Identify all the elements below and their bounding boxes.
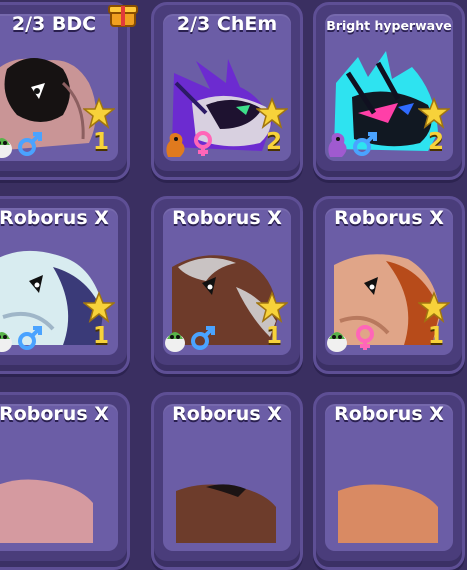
dragon-icon (166, 133, 185, 157)
pet-count: 1 (92, 129, 109, 155)
pet-image (176, 484, 276, 543)
pet-name: Bright hyperwave (326, 18, 452, 33)
pet-card[interactable]: 2/3 ChEm 2 (151, 2, 303, 180)
pet-name: Roborus X (0, 403, 109, 425)
pet-image (338, 484, 438, 543)
male-icon (18, 326, 42, 350)
egg-icon (0, 332, 12, 352)
pet-card[interactable]: Roborus X 1 (151, 196, 303, 374)
pet-name: Roborus X (334, 403, 444, 425)
pet-name: Roborus X (0, 207, 109, 229)
star-icon (418, 291, 450, 323)
pet-name: 2/3 ChEm (176, 13, 278, 35)
male-icon (191, 326, 215, 350)
pet-count: 2 (265, 129, 282, 155)
pet-card[interactable]: Roborus X 1 (313, 196, 465, 374)
pet-card[interactable]: 2/3 BDC 1 (0, 2, 130, 180)
pet-count: 1 (92, 323, 109, 349)
egg-icon (0, 138, 12, 158)
male-icon (353, 132, 377, 156)
pet-name: Roborus X (334, 207, 444, 229)
female-icon (356, 325, 374, 350)
star-icon (83, 291, 115, 323)
dragon-icon (328, 133, 347, 157)
egg-icon (165, 332, 185, 352)
pet-card[interactable]: Roborus X (0, 392, 130, 570)
pet-name: Roborus X (172, 403, 282, 425)
egg-icon (327, 332, 347, 352)
male-icon (18, 132, 42, 156)
star-icon (256, 291, 288, 323)
pet-card[interactable]: Roborus X (313, 392, 465, 570)
pet-name: Roborus X (172, 207, 282, 229)
female-icon (194, 131, 212, 156)
star-icon (83, 97, 115, 129)
pet-card[interactable]: Roborus X 1 (0, 196, 130, 374)
star-icon (418, 97, 450, 129)
star-icon (256, 97, 288, 129)
pet-count: 1 (265, 323, 282, 349)
pet-count: 1 (427, 323, 444, 349)
pet-card[interactable]: Bright hyperwave 2 (313, 2, 465, 180)
pet-card[interactable]: Roborus X (151, 392, 303, 570)
pet-image (0, 479, 93, 543)
pet-count: 2 (427, 129, 444, 155)
gift-icon (108, 5, 138, 27)
